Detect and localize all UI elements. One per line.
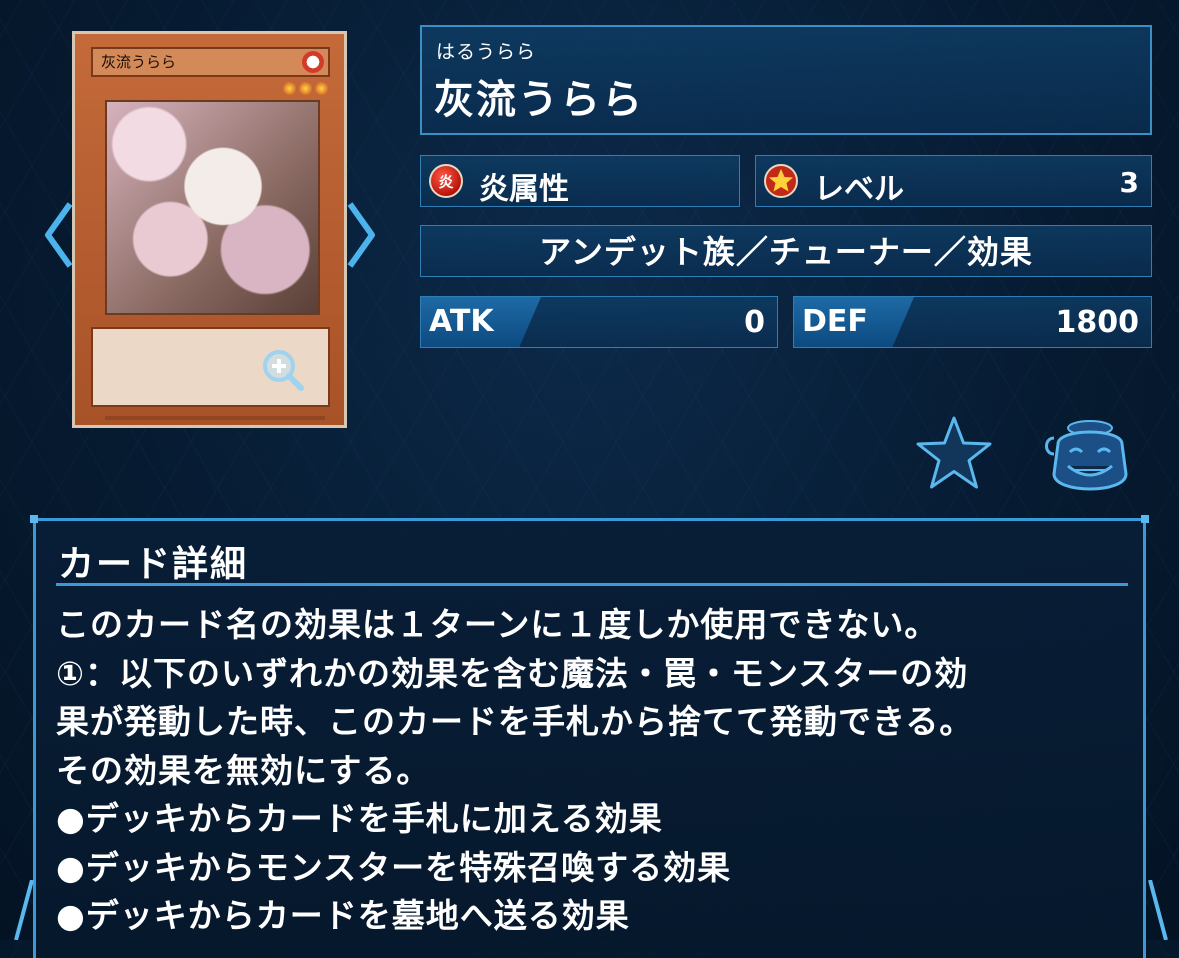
edge-glow-right bbox=[1148, 880, 1168, 940]
def-value: 1800 bbox=[1055, 305, 1140, 340]
level-star-icon bbox=[299, 82, 312, 95]
level-star-icon bbox=[315, 82, 328, 95]
atk-panel: ATK 0 bbox=[420, 296, 778, 348]
atk-value: 0 bbox=[744, 305, 765, 340]
edge-glow-left bbox=[14, 880, 34, 940]
zoom-in-icon[interactable] bbox=[261, 348, 305, 392]
level-value: 3 bbox=[1119, 166, 1139, 199]
fire-attribute-icon: 炎 bbox=[429, 164, 463, 198]
details-line: ①：以下のいずれかの効果を含む魔法・罠・モンスターの効 bbox=[56, 653, 969, 693]
card-image-attribute-icon bbox=[302, 51, 324, 73]
details-line: ●デッキからカードを手札に加える効果 bbox=[56, 799, 663, 838]
def-label: DEF bbox=[802, 304, 868, 339]
details-line: 果が発動した時、このカードを手札から捨てて発動できる。 bbox=[56, 702, 974, 741]
details-divider bbox=[56, 583, 1128, 586]
level-panel: レベル 3 bbox=[755, 155, 1152, 207]
details-line: その効果を無効にする。 bbox=[56, 750, 431, 790]
attribute-label: 炎属性 bbox=[479, 172, 569, 207]
corner-ornament bbox=[30, 515, 38, 523]
card-image-name: 灰流うらら bbox=[101, 53, 177, 71]
attribute-badge-text: 炎 bbox=[438, 172, 454, 191]
corner-ornament bbox=[1141, 515, 1149, 523]
card-name: 灰流うらら bbox=[434, 77, 644, 123]
level-star-icon bbox=[764, 164, 798, 198]
star-icon[interactable] bbox=[915, 415, 993, 491]
pot-of-greed-icon[interactable] bbox=[1040, 414, 1132, 496]
def-panel: DEF 1800 bbox=[793, 296, 1152, 348]
attribute-panel: 炎 炎属性 bbox=[420, 155, 740, 207]
details-body: このカード名の効果は１ターンに１度しか使用できない。 ①：以下のいずれかの効果を… bbox=[56, 601, 1133, 941]
card-image-level-stars bbox=[283, 82, 328, 95]
card-reading: はるうらら bbox=[436, 41, 537, 63]
details-line: ●デッキからモンスターを特殊召喚する効果 bbox=[56, 847, 732, 887]
atk-label: ATK bbox=[429, 304, 494, 339]
details-line: ●デッキからカードを墓地へ送る効果 bbox=[56, 896, 630, 935]
card-image-copyright bbox=[105, 416, 325, 420]
card-image[interactable]: 灰流うらら bbox=[72, 31, 347, 428]
card-details-box: カード詳細 このカード名の効果は１ターンに１度しか使用できない。 ①：以下のいず… bbox=[30, 515, 1149, 958]
chevron-left-icon[interactable] bbox=[42, 200, 76, 270]
level-star-icon bbox=[283, 82, 296, 95]
card-name-panel: はるうらら 灰流うらら bbox=[420, 25, 1152, 135]
details-title: カード詳細 bbox=[58, 544, 249, 585]
card-image-name-bar: 灰流うらら bbox=[91, 47, 330, 77]
details-line: このカード名の効果は１ターンに１度しか使用できない。 bbox=[56, 605, 939, 644]
card-artwork bbox=[105, 100, 320, 315]
chevron-right-icon[interactable] bbox=[344, 200, 378, 270]
level-label: レベル bbox=[814, 172, 904, 207]
type-line: アンデット族／チューナー／効果 bbox=[539, 233, 1033, 271]
type-panel: アンデット族／チューナー／効果 bbox=[420, 225, 1152, 277]
